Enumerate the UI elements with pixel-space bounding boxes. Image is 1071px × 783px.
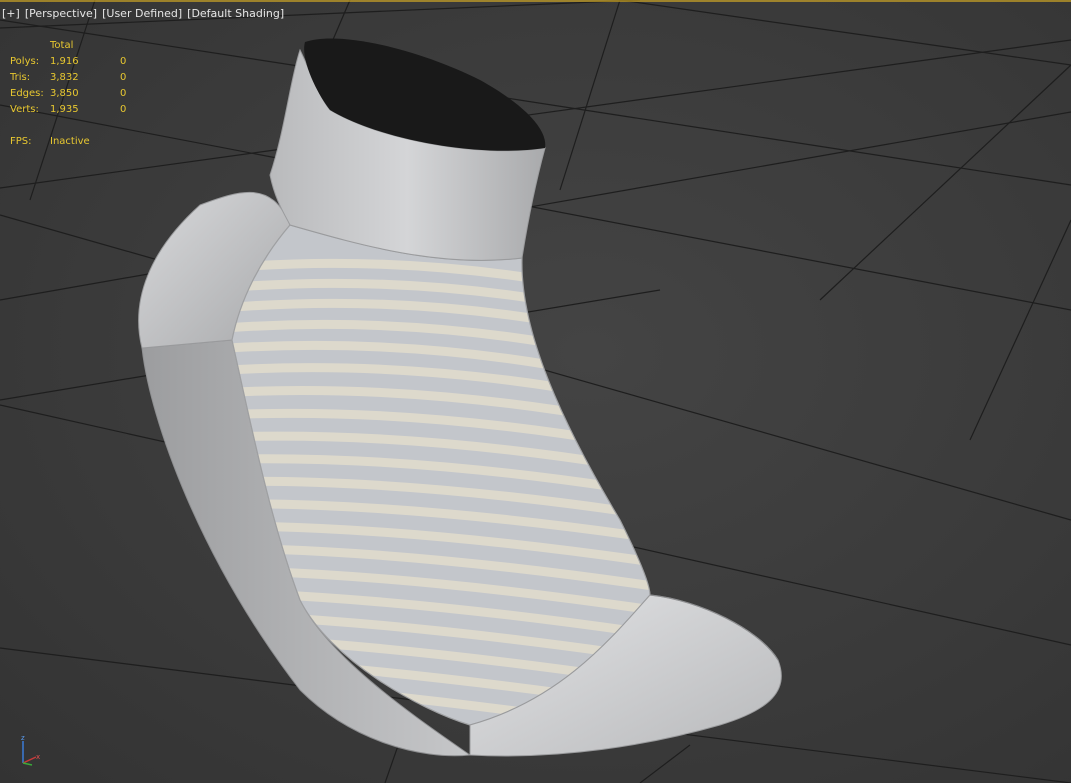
stats-row-edges: Edges: 3,850 0 bbox=[10, 86, 140, 102]
viewport-label-menu: [+] [Perspective] [User Defined] [Defaul… bbox=[0, 0, 287, 26]
axis-z-label: z bbox=[21, 735, 25, 742]
stats-row-polys: Polys: 1,916 0 bbox=[10, 54, 140, 70]
statistics-overlay: Total Polys: 1,916 0 Tris: 3,832 0 Edges… bbox=[10, 38, 140, 150]
viewport-user-defined-menu[interactable]: [User Defined] bbox=[100, 7, 185, 20]
perspective-viewport[interactable]: [+] [Perspective] [User Defined] [Defaul… bbox=[0, 0, 1071, 783]
stats-key: Verts: bbox=[10, 104, 39, 115]
stats-selected: 0 bbox=[120, 72, 127, 83]
axis-gizmo-icon: z x bbox=[21, 735, 40, 766]
stats-key: Polys: bbox=[10, 56, 40, 67]
stats-value: 3,832 bbox=[50, 72, 79, 83]
stats-value: 1,935 bbox=[50, 104, 79, 115]
sock-model[interactable] bbox=[0, 0, 1071, 783]
stats-key: Tris: bbox=[10, 72, 31, 83]
stats-row-tris: Tris: 3,832 0 bbox=[10, 70, 140, 86]
fps-label: FPS: bbox=[10, 136, 32, 147]
stats-selected: 0 bbox=[120, 56, 127, 67]
stats-selected: 0 bbox=[120, 104, 127, 115]
viewport-shading-menu[interactable]: [Default Shading] bbox=[185, 7, 287, 20]
viewport-general-menu[interactable]: [+] bbox=[0, 7, 23, 20]
viewport-active-border bbox=[0, 0, 1071, 2]
stats-header: Total bbox=[50, 40, 74, 51]
stats-key: Edges: bbox=[10, 88, 44, 99]
viewport-pov-menu[interactable]: [Perspective] bbox=[23, 7, 100, 20]
stats-value: 1,916 bbox=[50, 56, 79, 67]
axis-x-label: x bbox=[36, 753, 40, 761]
stats-row-fps: FPS: Inactive bbox=[10, 134, 140, 150]
stats-value: 3,850 bbox=[50, 88, 79, 99]
stats-row-verts: Verts: 1,935 0 bbox=[10, 102, 140, 118]
fps-value: Inactive bbox=[50, 136, 90, 147]
stats-selected: 0 bbox=[120, 88, 127, 99]
